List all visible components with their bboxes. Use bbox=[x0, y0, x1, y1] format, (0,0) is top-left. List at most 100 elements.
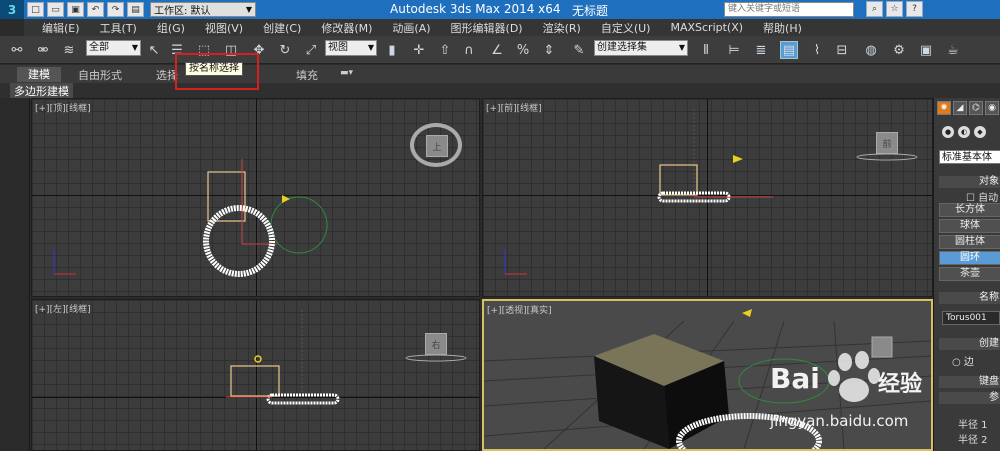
camera-icon[interactable] bbox=[254, 355, 262, 363]
torus-object[interactable] bbox=[203, 205, 275, 277]
creation-option-radio[interactable]: ○ 边 bbox=[952, 353, 974, 368]
named-selection-dropdown[interactable]: 创建选择集 ▼ bbox=[594, 40, 688, 56]
sphere-button[interactable]: 球体 bbox=[939, 219, 1000, 233]
modify-tab-icon[interactable]: ◢ bbox=[953, 101, 967, 115]
select-object-icon[interactable]: ↖ bbox=[145, 41, 163, 59]
shapes-icon[interactable]: ◐ bbox=[958, 126, 970, 138]
autogrid-checkbox[interactable]: ☐ 自动 bbox=[966, 189, 998, 204]
manipulate-icon[interactable]: ✛ bbox=[410, 41, 428, 59]
menu-rendering[interactable]: 渲染(R) bbox=[543, 20, 581, 36]
app-title: Autodesk 3ds Max 2014 x64 bbox=[390, 2, 561, 16]
tooltip-highlight-box bbox=[175, 53, 259, 90]
menu-modifiers[interactable]: 修改器(M) bbox=[321, 20, 372, 36]
help-icon[interactable]: ? bbox=[906, 1, 923, 17]
toggle-ribbon-icon[interactable]: ▤ bbox=[780, 41, 798, 59]
curve-editor-icon[interactable]: ⌇ bbox=[808, 41, 826, 59]
link-icon[interactable]: ⚯ bbox=[8, 41, 26, 59]
reference-coordinate-dropdown[interactable]: 视图 ▼ bbox=[325, 40, 377, 56]
lights-icon[interactable]: ◆ bbox=[974, 126, 986, 138]
name-color-rollout[interactable]: 名称 bbox=[939, 292, 1000, 304]
menu-maxscript[interactable]: MAXScript(X) bbox=[670, 21, 743, 34]
torus-object[interactable] bbox=[266, 393, 340, 405]
viewcube[interactable] bbox=[871, 336, 893, 358]
ribbon-tab-freeform[interactable]: 自由形式 bbox=[78, 67, 122, 83]
bind-spacewarp-icon[interactable]: ≋ bbox=[60, 41, 78, 59]
viewcube-ring bbox=[856, 153, 918, 161]
left-scene bbox=[226, 310, 467, 405]
object-name-input[interactable]: Torus001 bbox=[942, 311, 1000, 325]
creation-option-label: 边 bbox=[963, 357, 974, 368]
percent-snap-icon[interactable]: % bbox=[514, 41, 532, 59]
redo-icon[interactable]: ↷ bbox=[107, 2, 124, 17]
menu-create[interactable]: 创建(C) bbox=[263, 20, 301, 36]
parameters-rollout[interactable]: 参 bbox=[939, 392, 1000, 404]
geometry-icon[interactable]: ● bbox=[942, 126, 954, 138]
material-editor-icon[interactable]: ◍ bbox=[862, 41, 880, 59]
menu-help[interactable]: 帮助(H) bbox=[763, 20, 802, 36]
object-type-rollout[interactable]: 对象 bbox=[939, 176, 1000, 188]
selection-filter-dropdown[interactable]: 全部 ▼ bbox=[86, 40, 141, 56]
open-file-icon[interactable]: ▭ bbox=[47, 2, 64, 17]
workspace-dropdown[interactable]: 工作区: 默认 ▼ bbox=[150, 2, 256, 17]
scale-icon[interactable]: ⤢ bbox=[302, 41, 320, 59]
menu-edit[interactable]: 编辑(E) bbox=[42, 20, 80, 36]
app-logo[interactable]: 3 bbox=[0, 0, 24, 19]
box-object[interactable] bbox=[230, 365, 280, 397]
render-teapot-icon[interactable]: ☕ bbox=[944, 41, 962, 59]
keyboard-entry-rollout[interactable]: 键盘 bbox=[939, 376, 1000, 388]
schematic-view-icon[interactable]: ⊟ bbox=[833, 41, 851, 59]
motion-tab-icon[interactable]: ◉ bbox=[985, 101, 999, 115]
save-icon[interactable]: ▣ bbox=[67, 2, 84, 17]
search-input[interactable]: 键入关键字或短语 bbox=[724, 2, 854, 17]
creation-method-rollout[interactable]: 创建 bbox=[939, 338, 1000, 350]
create-tab-icon[interactable]: ✸ bbox=[937, 101, 951, 115]
layer-manager-icon[interactable]: ≣ bbox=[752, 41, 770, 59]
snap-icon[interactable]: ∩ bbox=[460, 41, 478, 59]
mirror-icon[interactable]: ⫴ bbox=[697, 41, 715, 59]
create-category-row: ● ◐ ◆ bbox=[942, 126, 986, 138]
ribbon-options-icon[interactable]: ▬▾ bbox=[340, 68, 353, 78]
undo-icon[interactable]: ↶ bbox=[87, 2, 104, 17]
hierarchy-tab-icon[interactable]: ⌬ bbox=[969, 101, 983, 115]
camera-icon[interactable] bbox=[742, 309, 752, 317]
menu-views[interactable]: 视图(V) bbox=[205, 20, 243, 36]
rotate-icon[interactable]: ↻ bbox=[276, 41, 294, 59]
perspective-scene bbox=[484, 309, 931, 449]
viewport-perspective[interactable]: [+][透视][真实] bbox=[482, 299, 933, 451]
unlink-icon[interactable]: ⚮ bbox=[34, 41, 52, 59]
teapot-button[interactable]: 茶壶 bbox=[939, 267, 1000, 281]
binoculars-icon[interactable]: ⌕ bbox=[866, 1, 883, 17]
camera-icon[interactable] bbox=[282, 195, 290, 203]
menu-customize[interactable]: 自定义(U) bbox=[601, 20, 651, 36]
main-toolbar: ⚯ ⚮ ≋ 全部 ▼ ↖ ☰ ⬚ ◫ ✥ ↻ ⤢ 视图 ▼ ▮ ✛ ⇧ ∩ ∠ … bbox=[0, 36, 1000, 64]
menu-graph-editors[interactable]: 图形编辑器(D) bbox=[451, 20, 523, 36]
chevron-down-icon: ▼ bbox=[131, 43, 138, 52]
pivot-center-icon[interactable]: ▮ bbox=[383, 41, 401, 59]
new-file-icon[interactable]: □ bbox=[27, 2, 44, 17]
menu-animation[interactable]: 动画(A) bbox=[392, 20, 430, 36]
ribbon-tab-populate[interactable]: 填充 bbox=[296, 67, 318, 83]
viewport-front[interactable]: [+][前][线框] 前 bbox=[482, 98, 933, 297]
menu-tools[interactable]: 工具(T) bbox=[100, 20, 137, 36]
title-icon-group: ⌕ ☆ ? bbox=[866, 1, 923, 17]
spinner-snap-icon[interactable]: ⇕ bbox=[540, 41, 558, 59]
star-icon[interactable]: ☆ bbox=[886, 1, 903, 17]
box-object[interactable] bbox=[659, 164, 698, 196]
cylinder-button[interactable]: 圆柱体 bbox=[939, 235, 1000, 249]
menu-group[interactable]: 组(G) bbox=[157, 20, 185, 36]
torus-button[interactable]: 圆环 bbox=[939, 251, 1000, 265]
render-frame-icon[interactable]: ▣ bbox=[917, 41, 935, 59]
category-dropdown[interactable]: 标准基本体 bbox=[939, 150, 1000, 164]
camera-icon[interactable] bbox=[733, 155, 743, 163]
polygon-modeling-panel[interactable]: 多边形建模 bbox=[10, 83, 73, 99]
render-setup-icon[interactable]: ⚙ bbox=[890, 41, 908, 59]
box-button[interactable]: 长方体 bbox=[939, 203, 1000, 217]
ribbon-tab-modeling[interactable]: 建模 bbox=[17, 67, 61, 82]
angle-snap-icon[interactable]: ∠ bbox=[488, 41, 506, 59]
viewport-top[interactable]: [+][顶][线框] 上 bbox=[31, 98, 480, 297]
project-folder-icon[interactable]: ▤ bbox=[127, 2, 144, 17]
keyboard-shortcut-icon[interactable]: ⇧ bbox=[436, 41, 454, 59]
edit-named-selection-icon[interactable]: ✎ bbox=[570, 41, 588, 59]
align-icon[interactable]: ⊨ bbox=[725, 41, 743, 59]
viewport-left[interactable]: [+][左][线框] 右 bbox=[31, 299, 480, 451]
